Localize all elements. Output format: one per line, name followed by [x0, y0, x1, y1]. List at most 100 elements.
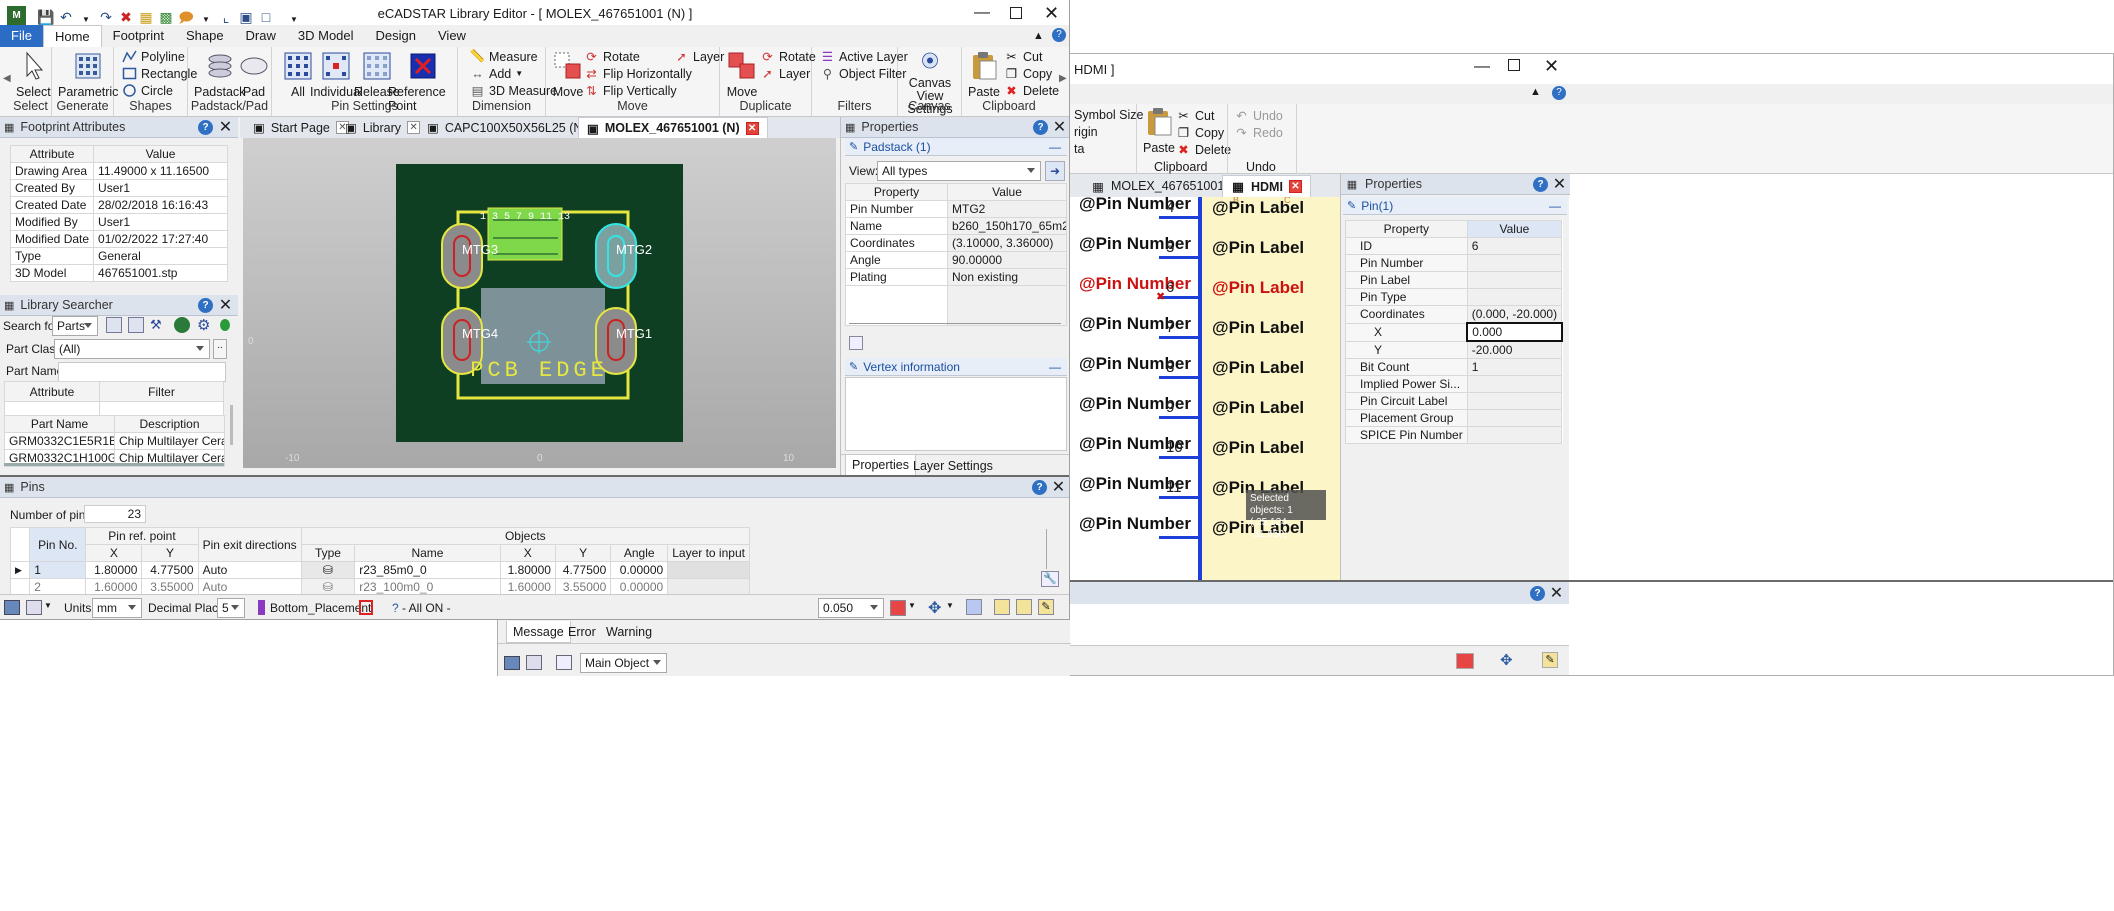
ribbon-scroll-right-icon[interactable]: ▶ — [1059, 73, 1067, 84]
tab-layer-settings[interactable]: Layer Settings — [913, 459, 993, 473]
pin-label-text[interactable]: @Pin Label — [1212, 238, 1304, 258]
edit-icon[interactable]: ✎ — [1542, 652, 1558, 668]
doc-tab[interactable]: ▣ MOLEX_467651001 (N) ✕ — [578, 117, 768, 138]
table-cell[interactable]: (3.10000, 3.36000) — [947, 234, 1067, 252]
name-cell[interactable]: r23_100m0_0 — [354, 578, 501, 596]
minimize-icon[interactable]: — — [974, 4, 990, 22]
view-dropdown[interactable]: All types — [877, 161, 1041, 181]
pin-line[interactable] — [1159, 456, 1199, 459]
circle-button[interactable]: Circle — [122, 83, 173, 98]
crosshair-icon[interactable]: ✥ — [928, 598, 941, 618]
menu-3d-model[interactable]: 3D Model — [287, 25, 365, 47]
table-cell[interactable]: 0.000 — [1466, 322, 1563, 342]
pin-label-text[interactable]: @Pin Label — [1212, 438, 1304, 458]
placement-layer-label[interactable]: Bottom_Placement — [270, 601, 371, 615]
3d-measure-button[interactable]: ▤ 3D Measure — [470, 83, 558, 99]
chevron-down-icon[interactable]: ▼ — [44, 601, 52, 610]
close-icon[interactable]: ✕ — [1288, 180, 1302, 193]
pin-label-text[interactable]: @Pin Label — [1212, 198, 1304, 218]
layout-icon[interactable] — [504, 656, 520, 670]
table-cell[interactable] — [1466, 426, 1563, 444]
table-row[interactable]: Y -20.000 — [1345, 340, 1563, 359]
vertical-scrollbar[interactable] — [230, 405, 233, 445]
footprint-canvas[interactable]: 1 3 5 7 9 11 13 MTG3 MTG2 MTG4 MTG1 PCB … — [243, 138, 836, 468]
help-icon[interactable]: ? — [1033, 120, 1048, 135]
pin-label-text[interactable]: @Pin Label — [1212, 278, 1304, 298]
table-cell[interactable]: MTG2 — [947, 200, 1067, 218]
close-icon[interactable]: ✕ — [1549, 586, 1564, 602]
pin-line[interactable] — [1159, 376, 1199, 379]
view-icon[interactable] — [966, 599, 982, 615]
snap-icon[interactable] — [1456, 653, 1474, 669]
help-icon[interactable]: ? — [198, 298, 213, 313]
table-row[interactable]: Plating Non existing — [845, 268, 1067, 286]
tab-properties[interactable]: Properties — [845, 455, 916, 476]
table-cell[interactable] — [1466, 392, 1563, 410]
name-cell[interactable]: r23_85m0_0 — [354, 561, 501, 579]
placement-icon[interactable] — [359, 600, 373, 615]
polyline-button[interactable]: Polyline — [122, 49, 185, 64]
part-name-input[interactable] — [58, 362, 226, 382]
ox-cell[interactable]: 1.80000 — [499, 561, 556, 579]
table-row[interactable]: Pin Number — [1345, 254, 1563, 272]
help-icon[interactable]: ? — [198, 120, 213, 135]
cut-button-2[interactable]: ✂ Cut — [1176, 108, 1214, 124]
scrollbar[interactable] — [849, 323, 1061, 327]
oy-cell[interactable]: 3.55000 — [554, 578, 612, 596]
doc-tab[interactable]: ▣ Library ✕ — [337, 117, 428, 138]
table-row[interactable]: Pin Type — [1345, 288, 1563, 306]
menu-design[interactable]: Design — [365, 25, 427, 47]
rectangle-button[interactable]: Rectangle — [122, 66, 197, 81]
menu-view[interactable]: View — [427, 25, 477, 47]
exit-cell[interactable]: Auto — [197, 561, 302, 579]
duplicate-move-button[interactable]: Move — [726, 50, 758, 99]
close-icon[interactable]: ✕ — [218, 120, 233, 136]
duplicate-layer-button[interactable]: ➚ Layer — [760, 66, 810, 82]
table-row[interactable]: Pin Circuit Label — [1345, 392, 1563, 410]
delete-button[interactable]: ✖ Delete — [1004, 83, 1059, 99]
more-button[interactable]: .. — [213, 339, 227, 359]
collapse-icon[interactable]: — — [1049, 140, 1061, 154]
pin-count-input[interactable]: 23 — [84, 505, 146, 523]
pin-line[interactable] — [1159, 256, 1199, 259]
table-row[interactable]: X 0.000 — [1345, 322, 1563, 342]
tab-message[interactable]: Message — [506, 621, 571, 643]
gear-icon[interactable]: ⚙ — [197, 316, 210, 334]
undo-button[interactable]: ↶ Undo — [1234, 108, 1283, 124]
layer-move-button[interactable]: ➚ Layer — [674, 49, 724, 65]
decimal-places-dropdown[interactable]: 5 — [217, 598, 245, 618]
minimize-icon[interactable]: — — [1474, 58, 1490, 76]
tab-error[interactable]: Error — [568, 625, 596, 639]
table-cell[interactable]: Non existing — [947, 268, 1067, 286]
paste-button-2[interactable]: Paste — [1143, 106, 1175, 155]
table-row[interactable]: Created Date 28/02/2018 16:16:43 — [9, 196, 228, 214]
table-cell[interactable]: 90.00000 — [947, 251, 1067, 269]
page-icon[interactable] — [849, 336, 863, 350]
pin-label-text[interactable]: @Pin Label — [1212, 318, 1304, 338]
flip-horizontally-button[interactable]: ⇄ Flip Horizontally — [584, 66, 692, 82]
help-icon[interactable]: ? — [1552, 86, 1566, 100]
close-icon[interactable]: ✕ — [1051, 480, 1066, 496]
oy-cell[interactable]: 4.77500 — [554, 561, 612, 579]
chevron-down-icon[interactable]: ▼ — [908, 601, 916, 610]
table-row[interactable]: GRM0332C1E5R1BA01DChip Multilayer Cerami… — [4, 432, 225, 450]
table-cell[interactable] — [1466, 271, 1563, 289]
grid-size-dropdown[interactable]: 0.050 — [818, 598, 884, 618]
measure-button[interactable]: 📏 Measure — [470, 49, 538, 64]
close-icon[interactable]: ✕ — [1052, 120, 1067, 136]
chevron-down-icon[interactable]: ▼ — [946, 601, 954, 610]
table-row[interactable]: Nameb260_150h170_65m280_170 — [845, 217, 1067, 235]
angle-cell[interactable]: 0.00000 — [610, 578, 669, 596]
table-row[interactable]: 2 1.60000 3.55000 Auto ⛁ r23_100m0_0 1.60000 3.… — [9, 578, 750, 596]
pin-label-text[interactable]: @Pin Label — [1212, 358, 1304, 378]
table-row[interactable]: ▶ 1 1.80000 4.77500 Auto ⛁ r23_85m0_0 1.80000 4.… — [9, 561, 750, 579]
angle-cell[interactable]: 0.00000 — [610, 561, 669, 579]
table-row[interactable]: Angle 90.00000 — [845, 251, 1067, 269]
collapse-icon[interactable]: — — [1049, 360, 1061, 374]
help-icon[interactable]: ? — [1032, 480, 1047, 495]
origin-button[interactable]: rigin — [1074, 125, 1098, 139]
grid-icon[interactable] — [994, 599, 1010, 615]
table-cell[interactable] — [1466, 409, 1563, 427]
wrench-icon[interactable]: 🔧 — [1041, 571, 1059, 587]
ref-y-cell[interactable]: 3.55000 — [141, 578, 199, 596]
